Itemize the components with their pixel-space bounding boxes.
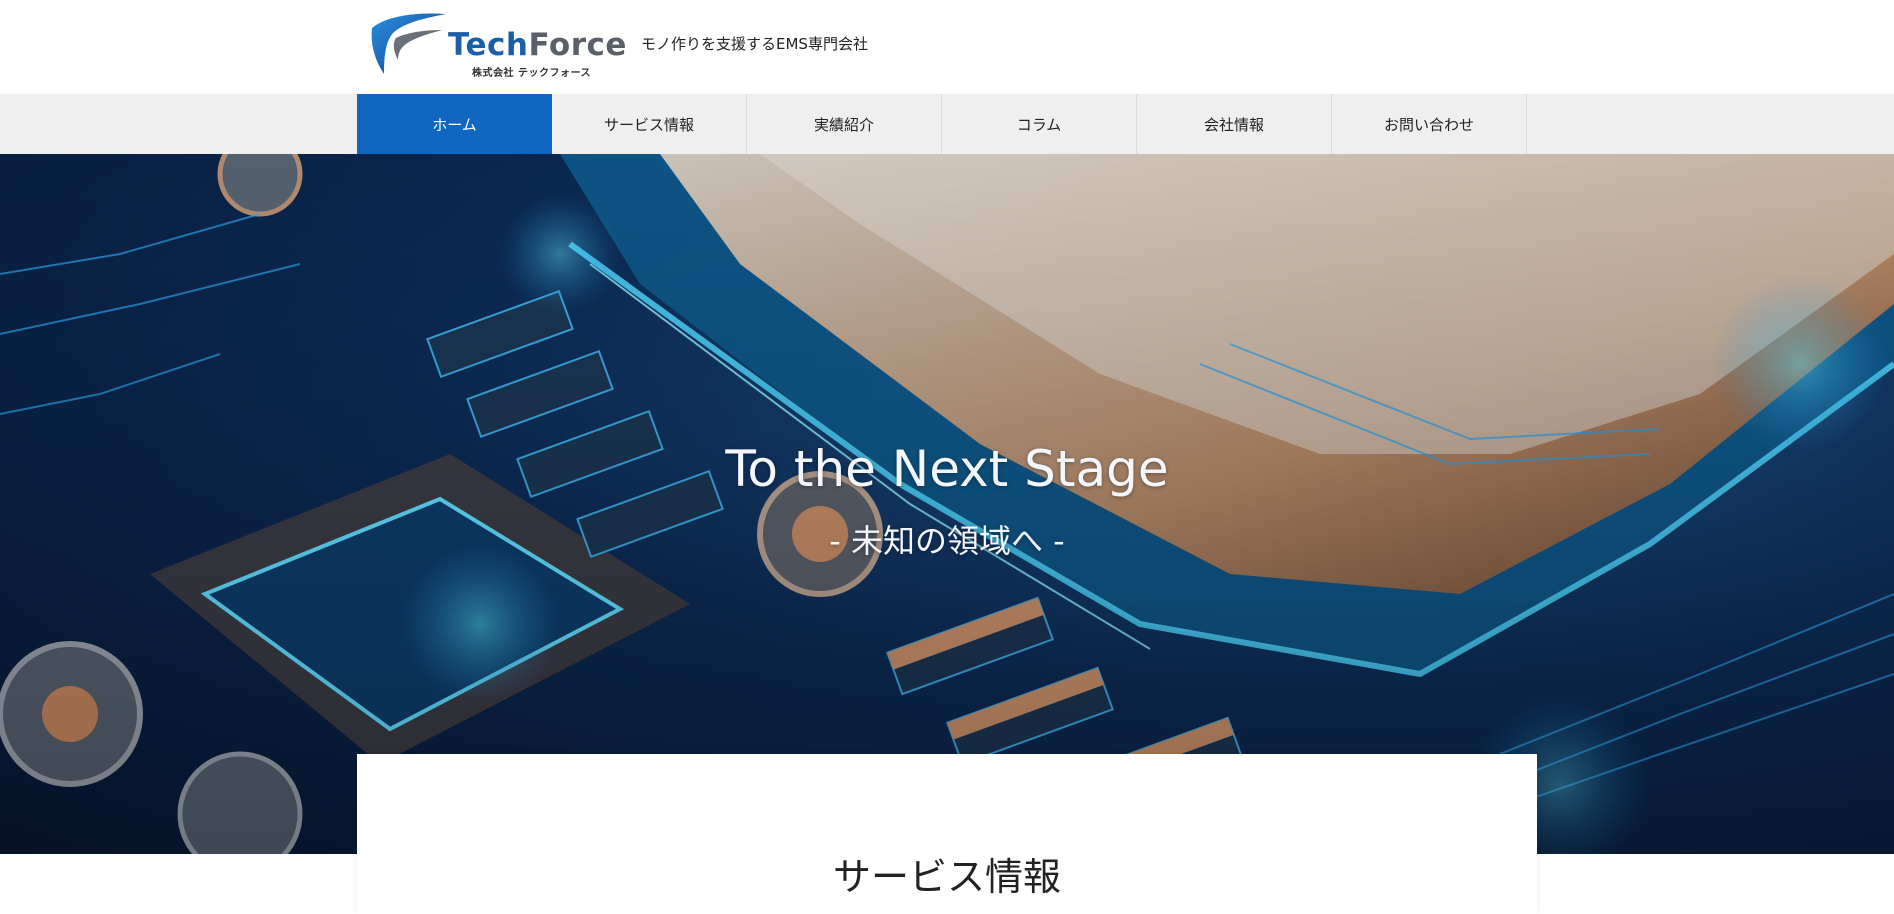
- hero-title: To the Next Stage: [725, 440, 1169, 498]
- site-logo[interactable]: TechForce 株式会社 テックフォース: [368, 10, 626, 79]
- nav-item-company[interactable]: 会社情報: [1137, 94, 1332, 154]
- site-header: TechForce 株式会社 テックフォース モノ作りを支援するEMS専門会社: [0, 0, 1894, 94]
- nav-item-works[interactable]: 実績紹介: [747, 94, 942, 154]
- logo-company-name: 株式会社 テックフォース: [472, 68, 591, 79]
- circuit-board-background-image: [0, 154, 1894, 854]
- global-nav: ホーム サービス情報 実績紹介 コラム 会社情報 お問い合わせ: [0, 94, 1894, 155]
- logo-wordmark-tech: Tech: [448, 27, 529, 63]
- logo-wordmark-force: Force: [528, 27, 627, 63]
- techforce-logo-mark-icon: [371, 13, 446, 75]
- hero-banner: To the Next Stage - 未知の領域へ -: [0, 154, 1894, 854]
- logo-wordmark: TechForce: [448, 30, 627, 61]
- services-section: サービス情報: [357, 754, 1537, 914]
- site-tagline: モノ作りを支援するEMS専門会社: [641, 35, 868, 53]
- hero-subtitle: - 未知の領域へ -: [829, 522, 1065, 560]
- nav-item-column[interactable]: コラム: [942, 94, 1137, 154]
- nav-item-home[interactable]: ホーム: [357, 94, 552, 154]
- section-title-services: サービス情報: [832, 855, 1061, 899]
- global-nav-items: ホーム サービス情報 実績紹介 コラム 会社情報 お問い合わせ: [357, 94, 1537, 154]
- nav-item-contact[interactable]: お問い合わせ: [1332, 94, 1527, 154]
- nav-item-services[interactable]: サービス情報: [552, 94, 747, 154]
